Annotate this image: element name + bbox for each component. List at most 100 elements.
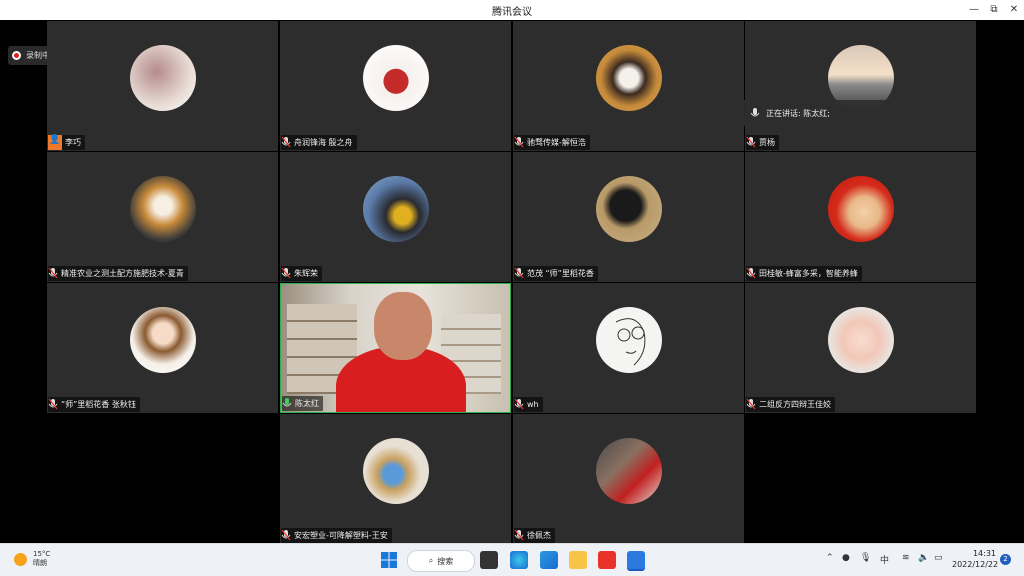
participant-tile[interactable]: 👤 李巧 (47, 21, 278, 151)
participant-tile[interactable]: 朱辉荣 (280, 152, 511, 282)
participant-name: 徐佩杰 (527, 531, 551, 540)
app-tray-icon[interactable]: ● (842, 553, 850, 563)
participant-name-tag: 徐佩杰 (514, 528, 555, 543)
search-icon: ⌕ (428, 556, 434, 565)
speaking-label: 正在讲话: 陈太红; (766, 108, 830, 118)
participant-tile[interactable]: 精准农业之测土配方施肥技术-夏青 (47, 152, 278, 282)
participant-name-tag: 驰骛传媒-解恒浩 (514, 135, 590, 150)
mic-muted-icon (514, 529, 524, 541)
participant-name-tag: 👤 李巧 (48, 135, 85, 150)
participant-name-tag: 范茂 “师”里稻花香 (514, 266, 598, 281)
avatar (363, 438, 429, 504)
participant-tile[interactable]: wh (513, 283, 744, 413)
participant-tile[interactable]: “师”里稻花香 张秋钰 (47, 283, 278, 413)
clock[interactable]: 14:31 2022/12/22 (952, 548, 999, 570)
task-view-icon[interactable] (480, 551, 498, 569)
avatar (130, 176, 196, 242)
participant-name: 安宏塑业-可降解塑料-王安 (294, 531, 388, 540)
ie-browser-icon[interactable] (540, 551, 558, 569)
participant-name-tag: 精准农业之测土配方施肥技术-夏青 (48, 266, 188, 281)
participant-name: 驰骛传媒-解恒浩 (527, 138, 586, 147)
record-icon (12, 51, 21, 60)
participant-name: 李巧 (65, 138, 81, 147)
mic-muted-icon (514, 398, 524, 410)
tencent-meeting-icon[interactable] (627, 551, 645, 571)
participant-name-tag: 舟润锋海 殷之舟 (281, 135, 357, 150)
search-label: 搜索 (437, 556, 454, 566)
active-speaker-video[interactable]: 陈太红 (280, 283, 511, 413)
participant-name-tag: “师”里稻花香 张秋钰 (48, 397, 140, 412)
participant-name: 二组反方四辩王佳姣 (759, 400, 831, 409)
participant-name-tag: 贾杨 (746, 135, 779, 150)
participant-tile[interactable]: 驰骛传媒-解恒浩 (513, 21, 744, 151)
participant-name-tag: 陈太红 (282, 396, 323, 411)
window-title: 腾讯会议 (492, 7, 532, 18)
mic-muted-icon (746, 267, 756, 279)
avatar (363, 176, 429, 242)
participant-name-tag: 田桂敏-蜂富多采，智能养蜂 (746, 266, 862, 281)
avatar (828, 176, 894, 242)
clock-time: 14:31 (972, 549, 996, 558)
participant-tile[interactable]: 贾杨 (745, 21, 976, 151)
wifi-icon[interactable]: ≋ (902, 553, 910, 563)
participant-name: “师”里稻花香 张秋钰 (61, 400, 136, 409)
participant-name-tag: wh (514, 397, 543, 412)
avatar (596, 307, 662, 373)
minimize-button[interactable]: — (964, 2, 984, 18)
participant-tile[interactable]: 二组反方四辩王佳姣 (745, 283, 976, 413)
participant-tile[interactable]: 舟润锋海 殷之舟 (280, 21, 511, 151)
mic-icon (750, 107, 760, 116)
participant-name-tag: 二组反方四辩王佳姣 (746, 397, 835, 412)
avatar (363, 45, 429, 111)
edge-browser-icon[interactable] (510, 551, 528, 569)
participant-name: 贾杨 (759, 138, 775, 147)
weather-widget[interactable]: 15°C 晴朗 (14, 550, 50, 568)
clock-date: 2022/12/22 (952, 560, 999, 569)
restore-button[interactable]: ⧉ (984, 2, 1004, 18)
mic-muted-icon (514, 267, 524, 279)
avatar (596, 45, 662, 111)
microphone-icon[interactable]: 🎙 (860, 553, 871, 563)
participant-tile[interactable]: 安宏塑业-可降解塑料-王安 (280, 414, 511, 544)
mic-muted-icon (281, 267, 291, 279)
chevron-up-icon[interactable]: ⌃ (826, 553, 834, 563)
ime-indicator[interactable]: 中 (880, 553, 889, 566)
file-explorer-icon[interactable] (569, 551, 587, 569)
participant-name: 朱辉荣 (294, 269, 318, 278)
taskbar-search[interactable]: ⌕ 搜索 (407, 550, 475, 572)
avatar (130, 307, 196, 373)
participant-name-tag: 安宏塑业-可降解塑料-王安 (281, 528, 392, 543)
participant-name: 舟润锋海 殷之舟 (294, 138, 353, 147)
mic-muted-icon (48, 267, 58, 279)
avatar (130, 45, 196, 111)
mic-on-icon (282, 398, 292, 407)
host-icon: 👤 (48, 135, 62, 150)
participant-tile[interactable]: 田桂敏-蜂富多采，智能养蜂 (745, 152, 976, 282)
sketch-face-icon (615, 318, 646, 366)
title-bar: 腾讯会议 — ⧉ ✕ (0, 0, 1024, 20)
participant-tile[interactable]: 徐佩杰 (513, 414, 744, 544)
weather-desc: 晴朗 (33, 559, 47, 567)
avatar (596, 176, 662, 242)
wps-office-icon[interactable] (598, 551, 616, 569)
mic-muted-icon (48, 398, 58, 410)
volume-icon[interactable]: 🔈 (918, 553, 929, 563)
participant-name-tag: 朱辉荣 (281, 266, 322, 281)
speaking-indicator: 正在讲话: 陈太红; (744, 100, 910, 126)
participant-name: 田桂敏-蜂富多采，智能养蜂 (759, 269, 858, 278)
windows-start-icon[interactable] (380, 551, 398, 569)
speaker-face (374, 292, 432, 360)
participant-name: 精准农业之测土配方施肥技术-夏青 (61, 269, 184, 278)
taskbar: 15°C 晴朗 ⌕ 搜索 ⌃ ● 🎙 中 ≋ 🔈 ▭ 14:31 2022/12… (0, 543, 1024, 576)
avatar (828, 307, 894, 373)
weather-temp: 15°C (33, 550, 51, 558)
battery-icon[interactable]: ▭ (934, 553, 943, 563)
mic-muted-icon (746, 136, 756, 148)
participant-tile[interactable]: 范茂 “师”里稻花香 (513, 152, 744, 282)
notification-badge[interactable]: 2 (1000, 554, 1011, 565)
close-button[interactable]: ✕ (1004, 2, 1024, 18)
participant-name: wh (527, 400, 539, 409)
participant-name: 范茂 “师”里稻花香 (527, 269, 594, 278)
mic-muted-icon (746, 398, 756, 410)
mic-muted-icon (281, 529, 291, 541)
